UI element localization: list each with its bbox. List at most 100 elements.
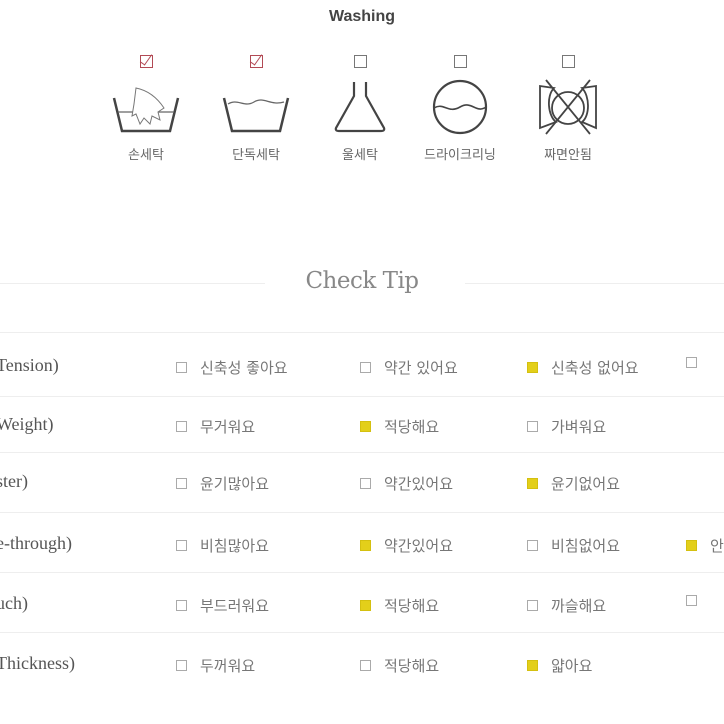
- option-label: 신축성 없어요: [551, 359, 639, 377]
- checkbox-unchecked: [360, 478, 371, 489]
- option-label: 약간있어요: [384, 537, 454, 555]
- divider: [0, 452, 724, 453]
- checkbox-checked: [686, 540, 697, 551]
- care-label: 단독세탁: [232, 148, 280, 163]
- divider: [0, 332, 724, 333]
- option: [686, 595, 710, 606]
- care-label: 손세탁: [128, 148, 164, 163]
- option: 비침없어요: [527, 535, 620, 556]
- checkbox-checked: [249, 55, 263, 68]
- checkbox-unchecked: [176, 362, 187, 373]
- checkbox-checked: [360, 421, 371, 432]
- wool-wash-flask-icon: [334, 82, 386, 133]
- checkbox-unchecked: [176, 421, 187, 432]
- option-label: 두꺼워요: [200, 657, 256, 675]
- dry-clean-icon: [432, 79, 488, 135]
- option: [686, 357, 710, 368]
- row-label: uch): [0, 593, 28, 613]
- option: 적당해요: [360, 655, 439, 676]
- option: 부드러워요: [176, 595, 269, 616]
- option: 안: [686, 535, 724, 556]
- option-label: 무거워요: [200, 418, 256, 436]
- divider: [0, 572, 724, 573]
- washing-title: Washing: [328, 8, 396, 25]
- option-label: 윤기없어요: [551, 475, 621, 493]
- care-item-hand-wash: 손세탁: [96, 55, 196, 163]
- check-tip-row: uch) 부드러워요 적당해요 까슬해요: [0, 588, 724, 618]
- checkbox-checked: [360, 540, 371, 551]
- divider: [0, 632, 724, 633]
- care-item-wool-wash: 울세탁: [310, 55, 410, 163]
- check-tip-row: Weight) 무거워요 적당해요 가벼워요: [0, 409, 724, 439]
- option: 까슬해요: [527, 595, 606, 616]
- checkbox-checked: [527, 660, 538, 671]
- option: 윤기없어요: [527, 473, 620, 494]
- option: 약간있어요: [360, 473, 453, 494]
- row-label: Weight): [0, 414, 54, 434]
- option-label: 얇아요: [551, 657, 593, 675]
- checkbox-checked: [360, 600, 371, 611]
- option-label: 적당해요: [384, 597, 440, 615]
- option: 적당해요: [360, 416, 439, 437]
- row-label: Thickness): [0, 653, 75, 673]
- checkbox-unchecked: [686, 595, 697, 606]
- divider: [0, 396, 724, 397]
- option-label: 가벼워요: [551, 418, 607, 436]
- checkbox-unchecked: [527, 421, 538, 432]
- checkbox-unchecked: [353, 55, 367, 68]
- option-label: 부드러워요: [200, 597, 270, 615]
- option: 윤기많아요: [176, 473, 269, 494]
- check-tip-row: Thickness) 두꺼워요 적당해요 얇아요: [0, 648, 724, 678]
- option: 신축성 좋아요: [176, 357, 288, 378]
- row-label: e-through): [0, 533, 72, 553]
- option: 가벼워요: [527, 416, 606, 437]
- checkbox-checked: [527, 478, 538, 489]
- check-tip-title: Check Tip: [305, 268, 419, 294]
- option: 무거워요: [176, 416, 255, 437]
- check-tip-row: Tension) 신축성 좋아요 약간 있어요 신축성 없어요: [0, 350, 724, 380]
- option: 약간있어요: [360, 535, 453, 556]
- checkbox-unchecked: [453, 55, 467, 68]
- row-label: ster): [0, 471, 28, 491]
- option-label: 까슬해요: [551, 597, 607, 615]
- check-tip-row: e-through) 비침많아요 약간있어요 비침없어요 안: [0, 528, 724, 558]
- option: 적당해요: [360, 595, 439, 616]
- option: 비침많아요: [176, 535, 269, 556]
- option-label: 약간 있어요: [384, 359, 458, 377]
- option-label: 적당해요: [384, 657, 440, 675]
- care-item-solo-wash: 단독세탁: [206, 55, 306, 163]
- checkbox-unchecked: [527, 600, 538, 611]
- care-item-dry-clean: 드라이크리닝: [410, 55, 510, 163]
- wash-tub-icon: [222, 97, 290, 133]
- divider: [0, 512, 724, 513]
- care-item-do-not-wring: 짜면안됨: [518, 55, 618, 163]
- hand-wash-icon: [112, 87, 180, 133]
- checkbox-unchecked: [527, 540, 538, 551]
- option: 두꺼워요: [176, 655, 255, 676]
- checkbox-checked: [139, 55, 153, 68]
- checkbox-unchecked: [176, 660, 187, 671]
- checkbox-checked: [527, 362, 538, 373]
- checkbox-unchecked: [360, 362, 371, 373]
- option-label: 비침많아요: [200, 537, 270, 555]
- checkbox-unchecked: [176, 600, 187, 611]
- option-label: 비침없어요: [551, 537, 621, 555]
- option-label: 윤기많아요: [200, 475, 270, 493]
- checkbox-unchecked: [686, 357, 697, 368]
- checkbox-unchecked: [176, 540, 187, 551]
- option: 신축성 없어요: [527, 357, 639, 378]
- row-label: Tension): [0, 355, 59, 375]
- option-label: 안: [710, 537, 724, 555]
- option-label: 약간있어요: [384, 475, 454, 493]
- option-label: 신축성 좋아요: [200, 359, 288, 377]
- care-label: 울세탁: [342, 148, 378, 163]
- checkbox-unchecked: [176, 478, 187, 489]
- care-label: 짜면안됨: [544, 148, 592, 163]
- check-tip-row: ster) 윤기많아요 약간있어요 윤기없어요: [0, 466, 724, 496]
- option-label: 적당해요: [384, 418, 440, 436]
- do-not-wring-icon: [539, 79, 597, 135]
- option: 얇아요: [527, 655, 592, 676]
- checkbox-unchecked: [360, 660, 371, 671]
- option: 약간 있어요: [360, 357, 458, 378]
- care-label: 드라이크리닝: [424, 148, 496, 163]
